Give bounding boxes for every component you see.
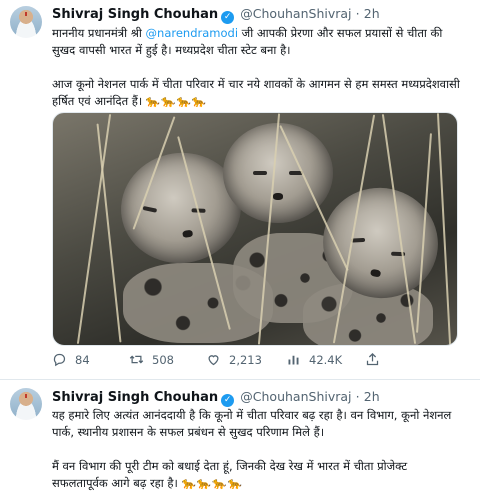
reply-count: 84 — [75, 352, 90, 367]
retweet-button[interactable]: 508 — [129, 352, 174, 367]
author-handle[interactable]: @ChouhanShivraj — [240, 389, 351, 404]
author-handle[interactable]: @ChouhanShivraj — [240, 6, 351, 21]
verified-badge-icon: ✓ — [221, 394, 235, 407]
retweet-count: 508 — [152, 352, 174, 367]
tweet-photo[interactable] — [52, 112, 458, 346]
tweet-header: Shivraj Singh Chouhan ✓ @ChouhanShivraj ·… — [52, 6, 380, 24]
share-icon — [366, 352, 379, 366]
reply-button[interactable]: 84 — [52, 352, 90, 367]
tweet-text: माननीय प्रधानमंत्री श्री @narendramodi ज… — [52, 25, 462, 110]
tweet-paragraph-2: आज कूनो नेशनल पार्क में चीता परिवार में … — [52, 77, 460, 108]
views-icon — [288, 355, 299, 365]
tweet-paragraph-1: यह हमारे लिए अत्यंत आनंददायी है कि कूनो … — [52, 408, 452, 439]
tweet-paragraph-2: मैं वन विभाग की पूरी टीम को बधाई देता हू… — [52, 459, 408, 490]
tweet-main[interactable]: Shivraj Singh Chouhan ✓ @ChouhanShivraj ·… — [0, 0, 480, 380]
retweet-icon — [129, 355, 144, 364]
cheetah-emoji: 🐆🐆🐆🐆 — [181, 476, 243, 490]
timestamp[interactable]: 2h — [364, 389, 380, 404]
author-name[interactable]: Shivraj Singh Chouhan — [52, 7, 218, 22]
author-avatar[interactable] — [10, 388, 42, 420]
like-count: 2,213 — [229, 352, 262, 367]
mention-link[interactable]: @narendramodi — [146, 26, 238, 40]
tweet-reply[interactable]: Shivraj Singh Chouhan ✓ @ChouhanShivraj ·… — [0, 380, 480, 496]
reply-icon — [53, 353, 66, 367]
views-count: 42.4K — [309, 352, 343, 367]
tweet-actions: 84 508 2,213 42.4K — [52, 352, 462, 372]
tweet-paragraph-1: माननीय प्रधानमंत्री श्री @narendramodi ज… — [52, 26, 443, 57]
like-icon — [208, 355, 219, 366]
separator: · — [355, 389, 360, 404]
author-avatar[interactable] — [10, 6, 42, 38]
author-name[interactable]: Shivraj Singh Chouhan — [52, 390, 218, 405]
tweet-text: यह हमारे लिए अत्यंत आनंददायी है कि कूनो … — [52, 407, 462, 492]
verified-badge-icon: ✓ — [221, 11, 235, 24]
tweet-header: Shivraj Singh Chouhan ✓ @ChouhanShivraj ·… — [52, 389, 380, 407]
share-button[interactable] — [365, 352, 388, 367]
timestamp[interactable]: 2h — [364, 6, 380, 21]
cheetah-emoji: 🐆🐆🐆🐆 — [145, 94, 208, 108]
like-button[interactable]: 2,213 — [206, 352, 262, 367]
views-button[interactable]: 42.4K — [286, 352, 342, 367]
separator: · — [355, 6, 360, 21]
